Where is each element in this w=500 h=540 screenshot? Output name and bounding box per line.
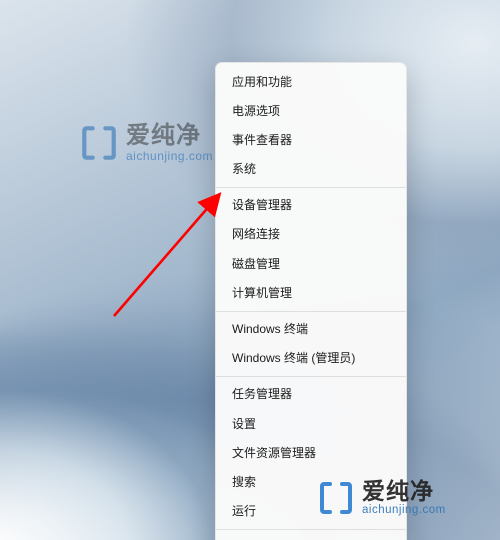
menu-item-power-options[interactable]: 电源选项: [216, 96, 406, 125]
menu-separator: [216, 529, 406, 530]
menu-item-event-viewer[interactable]: 事件查看器: [216, 125, 406, 154]
menu-separator: [216, 311, 406, 312]
menu-item-task-manager[interactable]: 任务管理器: [216, 380, 406, 409]
menu-item-device-manager[interactable]: 设备管理器: [216, 191, 406, 220]
menu-item-file-explorer[interactable]: 文件资源管理器: [216, 438, 406, 467]
menu-item-windows-terminal[interactable]: Windows 终端: [216, 315, 406, 344]
menu-item-computer-management[interactable]: 计算机管理: [216, 278, 406, 307]
menu-item-shutdown-or-signout[interactable]: 关机或注销: [216, 533, 406, 540]
menu-item-windows-terminal-admin[interactable]: Windows 终端 (管理员): [216, 344, 406, 373]
menu-separator: [216, 187, 406, 188]
menu-item-network-connections[interactable]: 网络连接: [216, 220, 406, 249]
menu-item-system[interactable]: 系统: [216, 155, 406, 184]
menu-item-disk-management[interactable]: 磁盘管理: [216, 249, 406, 278]
menu-item-settings[interactable]: 设置: [216, 409, 406, 438]
menu-item-search[interactable]: 搜索: [216, 467, 406, 496]
winx-context-menu: 应用和功能 电源选项 事件查看器 系统 设备管理器 网络连接 磁盘管理 计算机管…: [215, 62, 407, 540]
menu-item-run[interactable]: 运行: [216, 497, 406, 526]
menu-item-apps-and-features[interactable]: 应用和功能: [216, 67, 406, 96]
menu-separator: [216, 376, 406, 377]
